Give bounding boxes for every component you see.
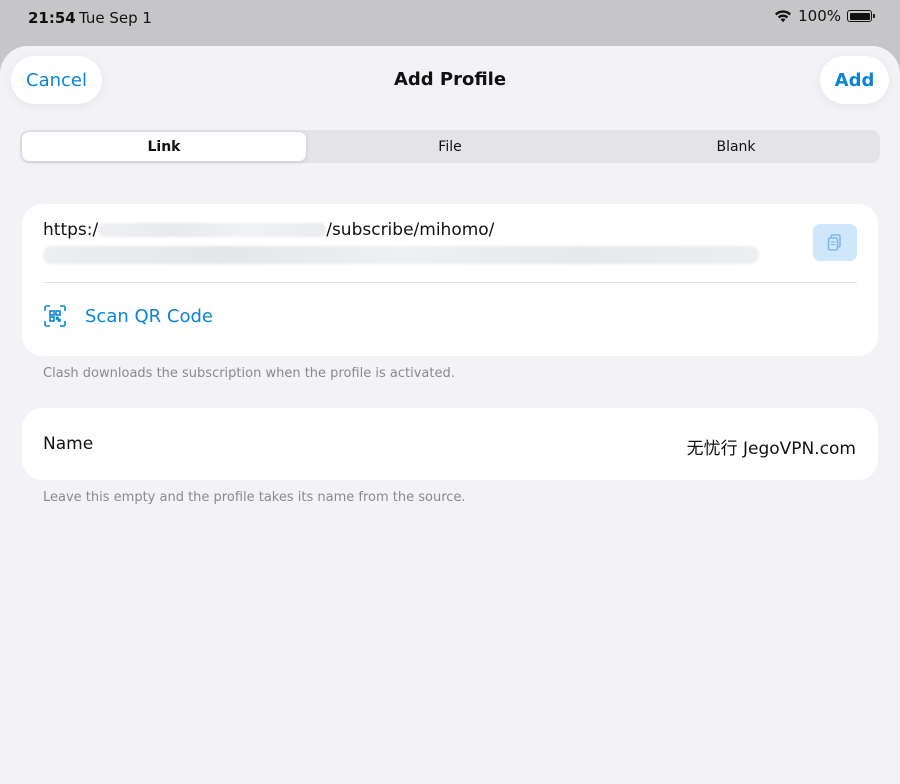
status-bar: 21:54 Tue Sep 1 100% [0,0,900,36]
scan-qr-code-label: Scan QR Code [85,305,213,327]
url-suffix: /subscribe/mihomo/ [326,220,495,240]
wifi-icon [775,10,792,23]
qr-scan-icon [44,305,66,327]
status-indicators: 100% [774,7,875,25]
url-redacted-host [98,223,327,237]
segment-file[interactable]: File [308,132,592,161]
status-time: 21:54 [28,9,76,27]
status-date: Tue Sep 1 [79,9,152,27]
url-redacted-token [43,246,759,264]
subscription-url-field[interactable]: https:/ /subscribe/mihomo/ [43,220,494,240]
add-profile-sheet: Cancel Add Profile Add Link File Blank h… [0,46,900,784]
battery-percentage: 100% [798,7,841,25]
link-footnote: Clash downloads the subscription when th… [43,366,455,381]
name-field[interactable]: 无忧行 JegoVPN.com [687,434,856,459]
name-footnote: Leave this empty and the profile takes i… [43,490,466,505]
segment-link[interactable]: Link [22,132,306,161]
link-card-divider [43,282,857,283]
url-prefix: https:/ [43,220,99,240]
segment-blank[interactable]: Blank [594,132,878,161]
battery-icon [847,10,875,22]
source-segmented-control: Link File Blank [20,130,880,163]
clipboard-icon [827,233,841,251]
scan-qr-code-button[interactable]: Scan QR Code [43,298,213,334]
paste-button[interactable] [813,224,857,261]
name-label: Name [43,434,94,454]
link-card: https:/ /subscribe/mihomo/ Scan QR Code [22,204,878,356]
page-title: Add Profile [393,69,507,90]
add-button[interactable]: Add [820,56,889,104]
name-card[interactable]: Name 无忧行 JegoVPN.com [22,408,878,480]
